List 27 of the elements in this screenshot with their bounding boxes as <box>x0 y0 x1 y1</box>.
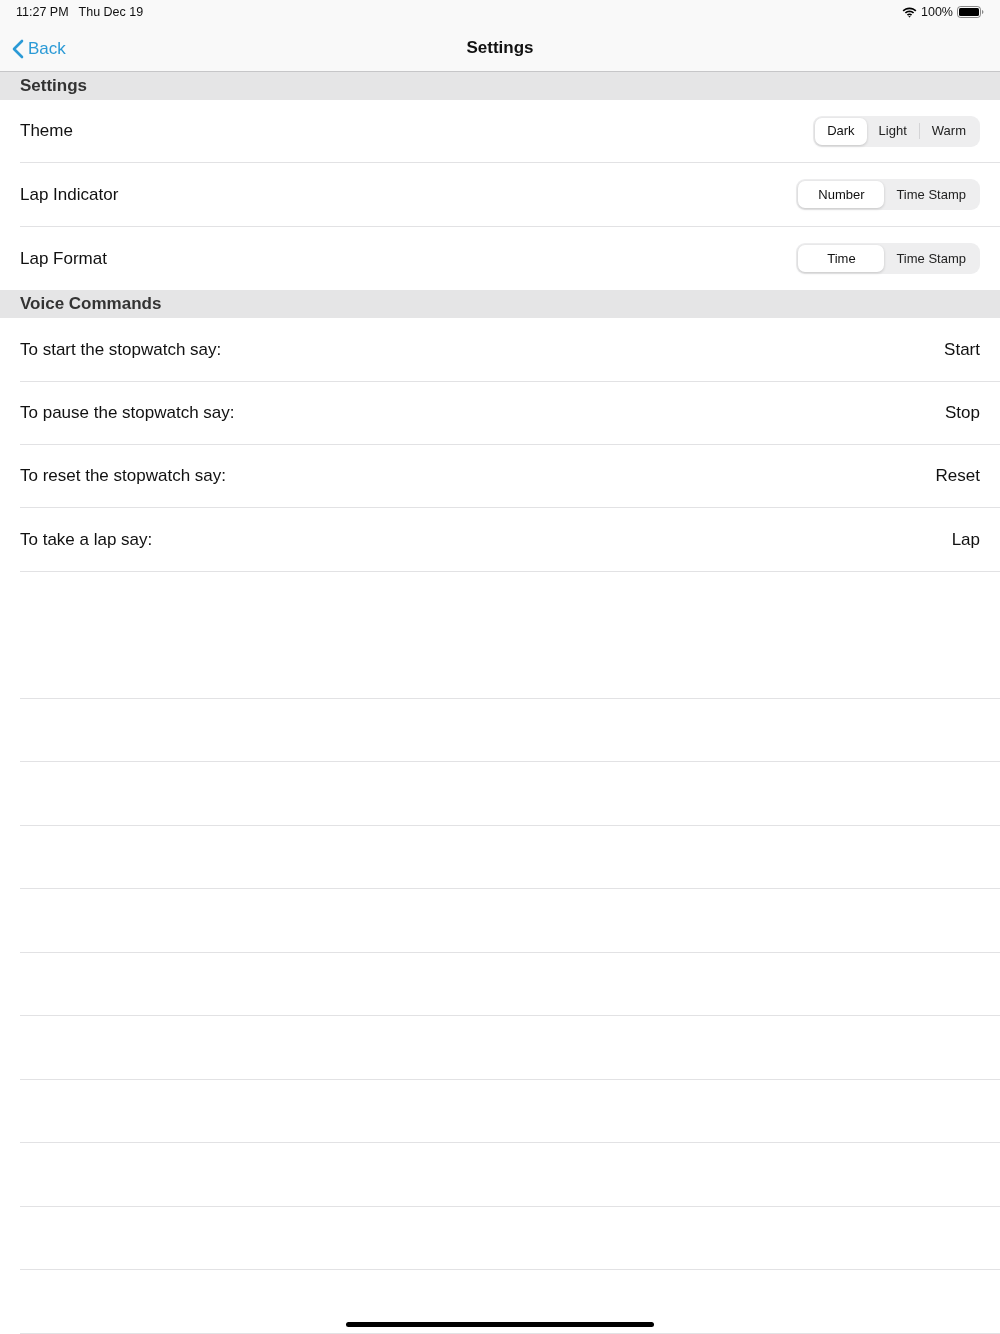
segment-tab[interactable]: Number <box>798 181 885 209</box>
command-word: Start <box>944 338 980 361</box>
command-word: Stop <box>945 402 980 424</box>
row-label: To pause the stopwatch say: <box>20 402 235 424</box>
segment-tab[interactable]: Time Stamp <box>884 181 978 209</box>
row-label: Lap Format <box>20 247 107 270</box>
row-label: Lap Indicator <box>20 183 119 206</box>
battery-icon <box>957 6 984 18</box>
row-label: To reset the stopwatch say: <box>20 465 226 488</box>
section-header: Voice Commands <box>0 290 1000 319</box>
status-time: 11:27 PM <box>16 3 69 21</box>
chevron-left-icon <box>12 38 24 59</box>
command-word: Lap <box>951 528 980 551</box>
row-label: Theme <box>20 120 73 143</box>
segment-tab[interactable]: Dark <box>815 117 867 145</box>
segment-tab[interactable]: Light <box>866 117 919 145</box>
row-label: To take a lap say: <box>20 528 153 551</box>
command-word: Reset <box>935 465 980 488</box>
status-date: Thu Dec 19 <box>78 3 144 21</box>
wifi-icon <box>902 6 917 18</box>
row-label: To start the stopwatch say: <box>20 338 222 361</box>
segment-tab[interactable]: Warm <box>919 117 978 145</box>
segment-tab[interactable]: Time <box>798 244 885 272</box>
section-header: Settings <box>0 72 1000 100</box>
battery-percent: 100% <box>921 3 953 21</box>
segment-tab[interactable]: Time Stamp <box>884 244 978 272</box>
nav-title: Settings <box>466 36 534 59</box>
